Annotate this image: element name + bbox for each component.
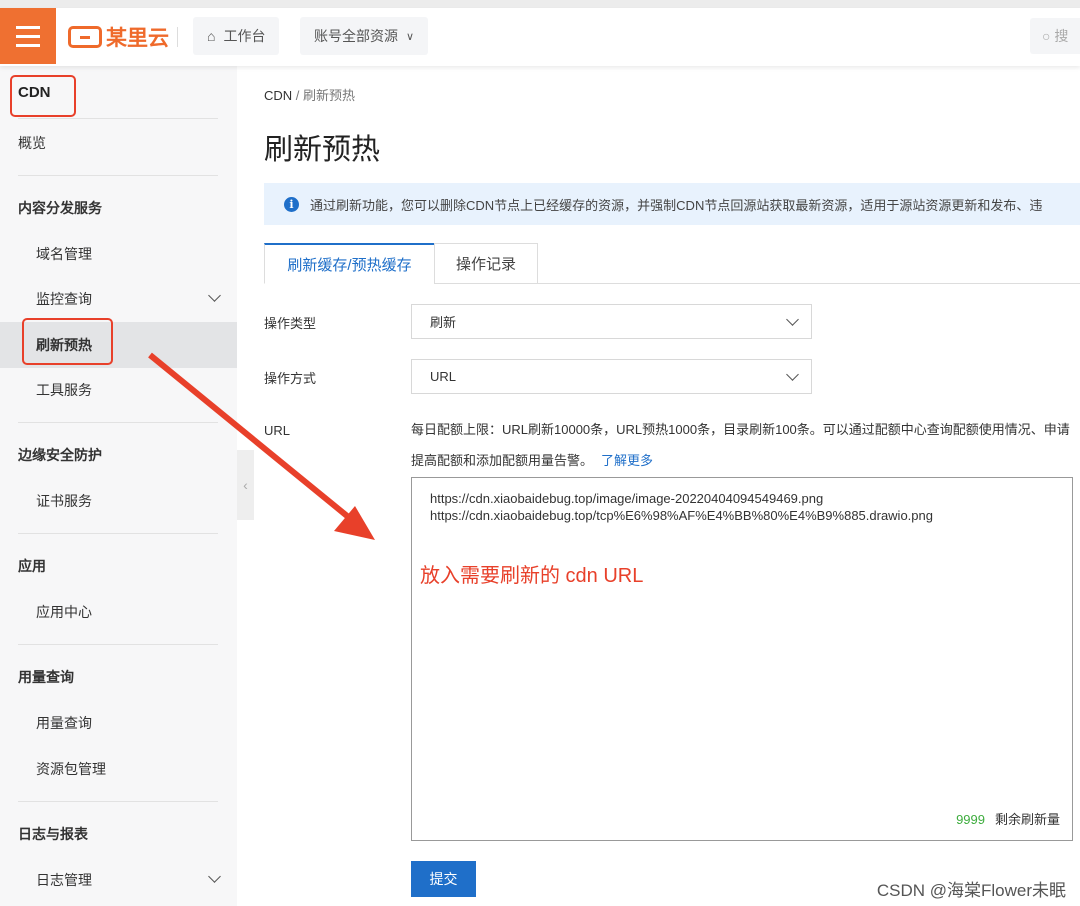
divider <box>18 422 218 423</box>
sidebar-item-tools[interactable]: 工具服务 <box>0 367 237 413</box>
sidebar-item-packages[interactable]: 资源包管理 <box>0 746 237 792</box>
top-header: 某里云 ⌂ 工作台 账号全部资源 ∨ ○ 搜 <box>0 8 1080 66</box>
tab-history[interactable]: 操作记录 <box>434 243 538 284</box>
chevron-down-icon <box>208 870 221 883</box>
learn-more-link[interactable]: 了解更多 <box>601 453 653 468</box>
tab-refresh-preload[interactable]: 刷新缓存/预热缓存 <box>264 243 435 284</box>
logo-mark-icon <box>68 26 102 48</box>
url-textarea[interactable]: https://cdn.xiaobaidebug.top/image/image… <box>411 477 1073 841</box>
workbench-button[interactable]: ⌂ 工作台 <box>193 17 279 55</box>
remaining-counter: 9999 剩余刷新量 <box>956 811 1060 828</box>
sidebar-group-usage: 用量查询 <box>0 654 237 700</box>
divider <box>18 118 218 119</box>
divider <box>18 801 218 802</box>
logo[interactable]: 某里云 <box>68 22 169 52</box>
divider <box>18 644 218 645</box>
sidebar-item-domains[interactable]: 域名管理 <box>0 231 237 277</box>
remaining-label: 剩余刷新量 <box>995 812 1060 827</box>
breadcrumb: CDN / 刷新预热 <box>264 85 355 104</box>
submit-button[interactable]: 提交 <box>411 861 476 897</box>
sidebar-group-logs: 日志与报表 <box>0 811 237 857</box>
op-type-select[interactable]: 刷新 <box>411 304 812 339</box>
sidebar-item-label: 监控查询 <box>36 289 92 309</box>
search-icon: ○ <box>1042 28 1054 44</box>
browser-strip <box>0 0 1080 8</box>
divider <box>18 175 218 176</box>
watermark: CSDN @海棠Flower未眠 <box>877 876 1066 901</box>
sidebar-item-log-mgmt[interactable]: 日志管理 <box>0 857 237 903</box>
op-mode-value: URL <box>430 369 456 384</box>
sidebar-item-overview[interactable]: 概览 <box>0 120 237 166</box>
chevron-down-icon <box>786 368 799 381</box>
sidebar-item-usage[interactable]: 用量查询 <box>0 700 237 746</box>
sidebar-item-certs[interactable]: 证书服务 <box>0 478 237 524</box>
annotation-box-cdn <box>10 75 76 117</box>
resources-dropdown[interactable]: 账号全部资源 ∨ <box>300 17 428 55</box>
breadcrumb-current: 刷新预热 <box>303 88 355 103</box>
workbench-label: 工作台 <box>223 26 265 46</box>
breadcrumb-root[interactable]: CDN <box>264 88 292 103</box>
logo-text: 某里云 <box>106 22 169 52</box>
chevron-down-icon: ∨ <box>406 30 414 43</box>
page-title: 刷新预热 <box>264 126 380 168</box>
annotation-text: 放入需要刷新的 cdn URL <box>420 559 643 588</box>
info-banner: i 通过刷新功能，您可以删除CDN节点上已经缓存的资源，并强制CDN节点回源站获取… <box>264 183 1080 225</box>
sidebar-item-monitor[interactable]: 监控查询 <box>0 276 237 322</box>
remaining-count: 9999 <box>956 812 985 827</box>
op-type-label: 操作类型 <box>264 313 316 332</box>
sidebar-item-app-center[interactable]: 应用中心 <box>0 589 237 635</box>
sidebar: CDN 概览 内容分发服务 域名管理 监控查询 刷新预热 工具服务 边缘安全防护… <box>0 66 237 906</box>
sidebar-group-distribution: 内容分发服务 <box>0 185 237 231</box>
chevron-left-icon: ‹ <box>243 477 248 493</box>
sidebar-group-security: 边缘安全防护 <box>0 432 237 478</box>
op-mode-label: 操作方式 <box>264 368 316 387</box>
annotation-box-refresh <box>22 318 113 365</box>
menu-icon[interactable] <box>0 8 56 64</box>
sidebar-group-apps: 应用 <box>0 543 237 589</box>
chevron-down-icon <box>786 313 799 326</box>
search-placeholder: 搜 <box>1054 28 1068 44</box>
sidebar-collapse-handle[interactable]: ‹ <box>237 450 254 520</box>
tab-bar: 刷新缓存/预热缓存 操作记录 <box>264 243 1080 284</box>
info-icon: i <box>284 197 299 212</box>
search-input[interactable]: ○ 搜 <box>1030 18 1080 54</box>
url-label: URL <box>264 423 290 438</box>
info-text: 通过刷新功能，您可以删除CDN节点上已经缓存的资源，并强制CDN节点回源站获取最… <box>310 195 1042 214</box>
quota-note: 每日配额上限：URL刷新10000条，URL预热1000条，目录刷新100条。可… <box>411 414 1071 476</box>
home-icon: ⌂ <box>207 28 215 44</box>
divider <box>18 533 218 534</box>
breadcrumb-separator: / <box>296 88 300 103</box>
resources-label: 账号全部资源 <box>314 26 398 46</box>
quota-text: 每日配额上限：URL刷新10000条，URL预热1000条，目录刷新100条。可… <box>411 422 1070 468</box>
url-line: https://cdn.xiaobaidebug.top/tcp%E6%98%A… <box>430 507 1054 524</box>
op-type-value: 刷新 <box>430 312 456 331</box>
url-line: https://cdn.xiaobaidebug.top/image/image… <box>430 490 1054 507</box>
sidebar-item-label: 日志管理 <box>36 870 92 890</box>
op-mode-select[interactable]: URL <box>411 359 812 394</box>
divider <box>177 27 178 47</box>
chevron-down-icon <box>208 289 221 302</box>
